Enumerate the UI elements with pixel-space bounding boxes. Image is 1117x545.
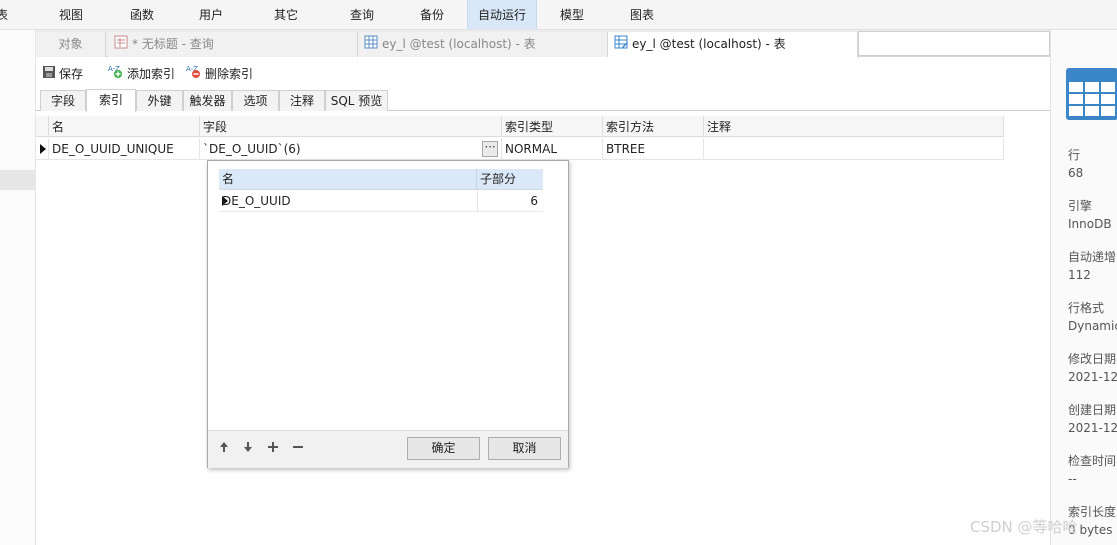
tab-fields[interactable]: 字段 [40,90,86,111]
tab-comment[interactable]: 注释 [279,90,325,111]
popup-field-name: DE_O_UUID [222,194,291,208]
popup-column-name[interactable]: 名 [219,169,477,190]
tab-search-input[interactable] [858,31,1050,56]
menu-item-functions[interactable]: 函数 [117,0,167,29]
column-header-index-type[interactable]: 索引类型 [501,116,602,137]
add-index-button[interactable]: A-Z 添加索引 [108,63,175,85]
tab-options[interactable]: 选项 [232,90,279,111]
navigation-pane [0,30,36,545]
info-label-check-time: 检查时间 [1068,454,1117,468]
info-label-row-format: 行格式 [1068,301,1105,315]
tab-objects-label: 对象 [58,37,83,51]
menu-item-users[interactable]: 用户 [186,0,236,29]
ok-button[interactable]: 确定 [407,437,480,460]
index-type-cell[interactable]: NORMAL [501,138,602,160]
popup-footer: 确定 取消 [208,430,568,468]
tab-foreign-keys[interactable]: 外键 [136,90,183,111]
column-header-name[interactable]: 名 [48,116,199,137]
menu-item-models[interactable]: 模型 [547,0,597,29]
menu-bar: 表 视图 函数 用户 其它 查询 备份 自动运行 模型 图表 [0,0,1117,30]
info-value-modified-date: 2021-12- [1068,370,1117,384]
save-button[interactable]: 保存 [42,63,83,85]
delete-index-icon: A-Z [186,63,202,86]
list-item[interactable]: DE_O_UUID 6 [219,191,543,212]
delete-index-label: 删除索引 [205,67,254,81]
plus-icon[interactable] [265,441,281,457]
menu-item-queries[interactable]: 查询 [337,0,387,29]
tab-sql-preview[interactable]: SQL 预览 [325,90,388,111]
menu-item-others[interactable]: 其它 [261,0,311,29]
table-row[interactable]: DE_O_UUID_UNIQUE `DE_O_UUID`(6) ⋯ NORMAL… [36,138,1004,160]
info-label-rows: 行 [1068,148,1081,162]
arrow-up-icon[interactable] [216,441,232,457]
index-fields-value: `DE_O_UUID`(6) [203,142,301,156]
save-button-label: 保存 [59,67,84,81]
info-label-modified-date: 修改日期 [1068,352,1117,366]
table-design-icon [614,33,628,57]
menu-item-automation[interactable]: 自动运行 [467,0,537,29]
tab-table-2[interactable]: ey_l @test (localhost) - 表 [608,32,858,58]
tab-indexes[interactable]: 索引 [86,89,136,112]
popup-sub-part-cell[interactable]: 6 [477,191,541,212]
tab-table-1[interactable]: ey_l @test (localhost) - 表 [358,32,608,57]
tab-triggers[interactable]: 触发器 [183,90,232,111]
index-method-cell[interactable]: BTREE [602,138,703,160]
tab-objects[interactable]: 对象 [36,32,106,57]
navigation-selected-item[interactable] [0,170,35,190]
menu-item-charts[interactable]: 图表 [617,0,667,29]
fields-ellipsis-button[interactable]: ⋯ [482,141,498,157]
info-label-auto-increment: 自动递增 [1068,250,1117,264]
info-value-rows: 68 [1068,166,1084,180]
table-large-icon [1066,68,1117,123]
watermark: CSDN @等哈哈 [970,518,1078,536]
add-index-icon: A-Z [108,63,124,86]
query-icon [114,33,128,57]
minus-icon[interactable] [290,441,306,457]
tab-table-2-label: ey_l @test (localhost) - 表 [632,37,786,51]
popup-grid-header: 名 子部分 [219,169,543,190]
info-value-check-time: -- [1068,472,1077,486]
popup-field-name-cell[interactable]: DE_O_UUID [222,191,477,212]
tab-untitled-query-label: * 无标题 - 查询 [132,37,214,51]
delete-index-button[interactable]: A-Z 删除索引 [186,63,253,85]
menu-item-views[interactable]: 视图 [46,0,96,29]
index-fields-cell[interactable]: `DE_O_UUID`(6) [199,138,501,160]
table-icon [364,33,378,57]
current-row-indicator-icon [40,144,46,154]
info-value-created-date: 2021-12- [1068,421,1117,435]
design-tabs: 字段 索引 外键 触发器 选项 注释 SQL 预览 [36,89,1050,112]
info-label-engine: 引擎 [1068,199,1093,213]
save-icon [42,64,56,86]
object-info-panel: 行 68 引擎 InnoDB 自动递增 112 行格式 Dynamic 修改日期… [1050,30,1117,545]
tab-table-1-label: ey_l @test (localhost) - 表 [382,37,536,51]
toolbar: 保存 A-Z 添加索引 A-Z 删除索引 [36,58,1050,89]
index-grid-header: 名 字段 索引类型 索引方法 注释 [36,116,1004,137]
menu-item-backup[interactable]: 备份 [407,0,457,29]
info-value-auto-increment: 112 [1068,268,1091,282]
add-index-label: 添加索引 [127,67,176,81]
info-label-created-date: 创建日期 [1068,403,1117,417]
info-value-row-format: Dynamic [1068,319,1117,333]
popup-column-sub-part[interactable]: 子部分 [477,169,543,190]
column-header-fields[interactable]: 字段 [199,116,501,137]
column-header-comment[interactable]: 注释 [703,116,1004,137]
cancel-button[interactable]: 取消 [488,437,561,460]
index-name-cell[interactable]: DE_O_UUID_UNIQUE [48,138,199,160]
info-value-engine: InnoDB [1068,217,1112,231]
index-comment-cell[interactable] [703,138,1004,160]
index-fields-popup: 名 子部分 DE_O_UUID 6 确定 取消 [207,160,569,468]
arrow-down-icon[interactable] [240,441,256,457]
menu-item-tables[interactable]: 表 [0,0,12,29]
column-header-index-method[interactable]: 索引方法 [602,116,703,137]
tab-untitled-query[interactable]: * 无标题 - 查询 [108,32,358,57]
